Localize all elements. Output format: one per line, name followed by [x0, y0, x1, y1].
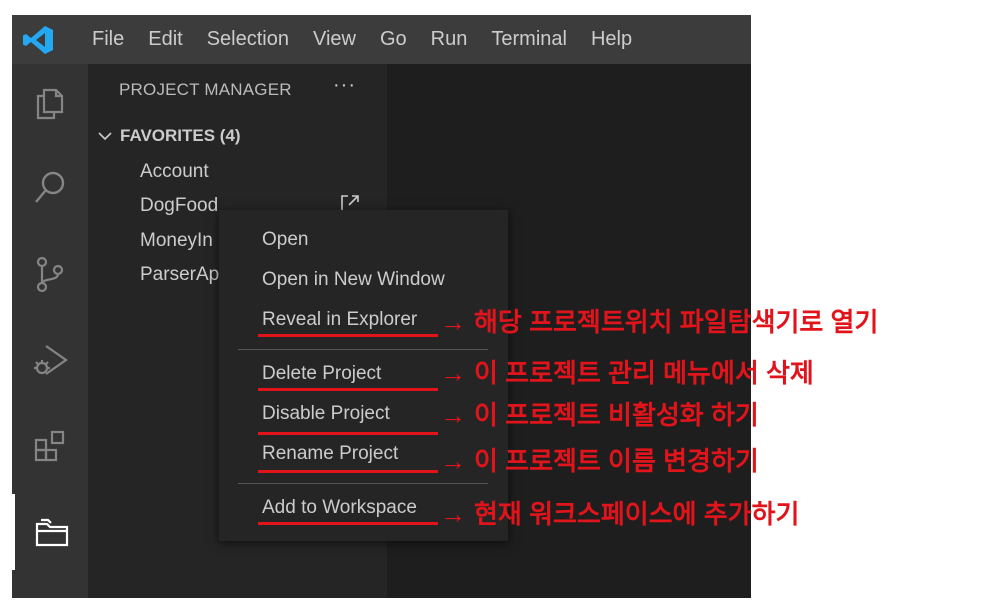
activity-extensions[interactable] [12, 408, 88, 484]
activity-explorer[interactable] [12, 64, 88, 140]
activity-bar [12, 64, 88, 598]
menu-view[interactable]: View [301, 15, 368, 64]
project-item-account[interactable]: Account [140, 161, 209, 183]
favorites-label: FAVORITES (4) [120, 126, 241, 145]
sidebar-title: PROJECT MANAGER [119, 80, 292, 99]
project-item-parserap[interactable]: ParserAp [140, 264, 219, 286]
highlight-underline [258, 388, 438, 391]
menu-go[interactable]: Go [368, 15, 419, 64]
annotation-rename: → 이 프로젝트 이름 변경하기 [440, 441, 759, 478]
menu-file[interactable]: File [80, 15, 136, 64]
run-debug-icon [34, 345, 68, 375]
menu-open-new-window[interactable]: Open in New Window [262, 269, 445, 291]
menu-add-to-workspace[interactable]: Add to Workspace [262, 497, 417, 519]
activity-run-debug[interactable] [12, 322, 88, 398]
chevron-down-icon [98, 132, 112, 141]
menu-separator [238, 349, 488, 350]
menu-reveal-in-explorer[interactable]: Reveal in Explorer [262, 309, 417, 331]
menu-open[interactable]: Open [262, 229, 308, 251]
menu-terminal[interactable]: Terminal [479, 15, 579, 64]
menu-rename-project[interactable]: Rename Project [262, 443, 398, 465]
arrow-icon: → [440, 499, 466, 529]
project-manager-icon [35, 518, 68, 547]
vscode-logo-icon [23, 26, 53, 54]
annotation-disable: → 이 프로젝트 비활성화 하기 [440, 395, 759, 432]
menu-bar: File Edit Selection View Go Run Terminal… [80, 15, 644, 64]
more-actions-icon[interactable]: ··· [333, 74, 356, 97]
project-item-dogfood[interactable]: DogFood [140, 195, 218, 217]
menu-separator [238, 483, 488, 484]
highlight-underline [258, 470, 438, 473]
title-bar: File Edit Selection View Go Run Terminal… [12, 15, 751, 64]
annotation-add-workspace: → 현재 워크스페이스에 추가하기 [440, 494, 799, 531]
annotation-text: 이 프로젝트 이름 변경하기 [474, 446, 759, 476]
menu-run[interactable]: Run [419, 15, 480, 64]
highlight-underline [258, 522, 438, 525]
menu-selection[interactable]: Selection [195, 15, 301, 64]
annotation-reveal: → 해당 프로젝트위치 파일탐색기로 열기 [440, 302, 878, 339]
menu-disable-project[interactable]: Disable Project [262, 403, 390, 425]
extensions-icon [34, 430, 65, 462]
highlight-underline [258, 334, 438, 337]
arrow-icon: → [440, 358, 466, 388]
arrow-icon: → [440, 400, 466, 430]
arrow-icon: → [440, 307, 466, 337]
menu-delete-project[interactable]: Delete Project [262, 363, 381, 385]
project-item-moneyin[interactable]: MoneyIn [140, 230, 213, 252]
search-icon [35, 171, 65, 203]
annotation-text: 해당 프로젝트위치 파일탐색기로 열기 [474, 307, 879, 337]
annotation-text: 현재 워크스페이스에 추가하기 [474, 499, 800, 529]
activity-project-manager[interactable] [12, 494, 88, 570]
arrow-icon: → [440, 446, 466, 476]
annotation-text: 이 프로젝트 비활성화 하기 [474, 400, 759, 430]
highlight-underline [258, 432, 438, 435]
menu-edit[interactable]: Edit [136, 15, 194, 64]
explorer-icon [36, 88, 64, 120]
favorites-header[interactable]: FAVORITES (4) [96, 126, 241, 146]
annotation-text: 이 프로젝트 관리 메뉴에서 삭제 [474, 358, 814, 388]
menu-help[interactable]: Help [579, 15, 644, 64]
source-control-icon [36, 256, 64, 293]
activity-source-control[interactable] [12, 236, 88, 312]
activity-search[interactable] [12, 150, 88, 226]
annotation-delete: → 이 프로젝트 관리 메뉴에서 삭제 [440, 353, 814, 390]
